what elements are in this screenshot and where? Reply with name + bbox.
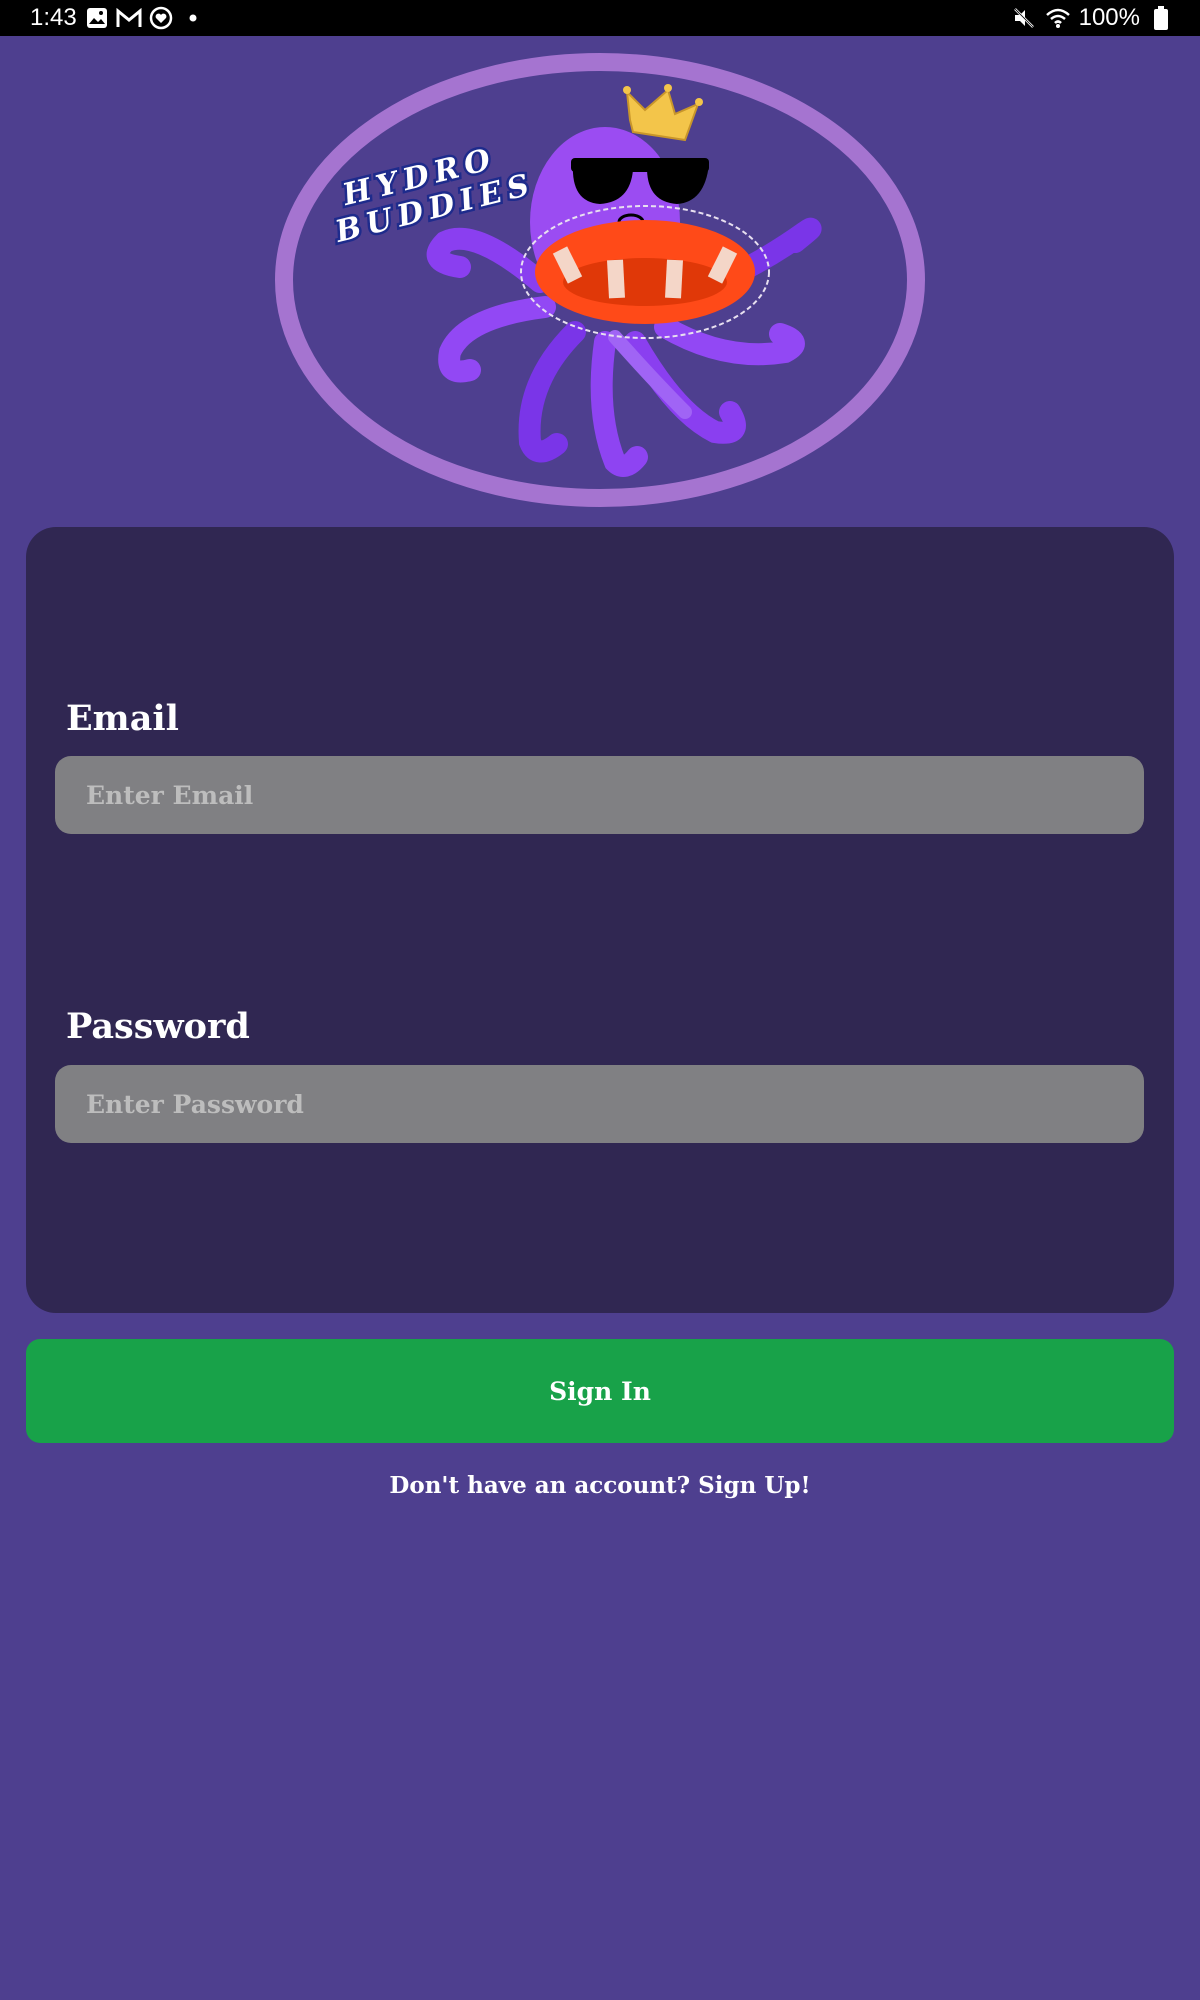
mute-icon xyxy=(1011,5,1037,31)
password-label: Password xyxy=(66,1006,250,1047)
battery-icon xyxy=(1148,5,1174,31)
login-card xyxy=(26,527,1174,1313)
notification-icons xyxy=(84,5,206,31)
gmail-icon xyxy=(116,5,142,31)
hydro-buddies-logo: HYDRO BUDDIES xyxy=(275,53,925,507)
email-input[interactable] xyxy=(55,756,1144,834)
dot-icon xyxy=(180,5,206,31)
image-icon xyxy=(84,5,110,31)
wifi-icon xyxy=(1045,5,1071,31)
email-label: Email xyxy=(66,698,179,739)
status-bar: 1:43 100% xyxy=(0,0,1200,36)
heart-badge-icon xyxy=(148,5,174,31)
status-time: 1:43 xyxy=(30,4,77,31)
sign-in-button[interactable]: Sign In xyxy=(26,1339,1174,1443)
battery-percent: 100% xyxy=(1078,4,1140,31)
password-input[interactable] xyxy=(55,1065,1144,1143)
sign-up-link[interactable]: Don't have an account? Sign Up! xyxy=(0,1472,1200,1499)
